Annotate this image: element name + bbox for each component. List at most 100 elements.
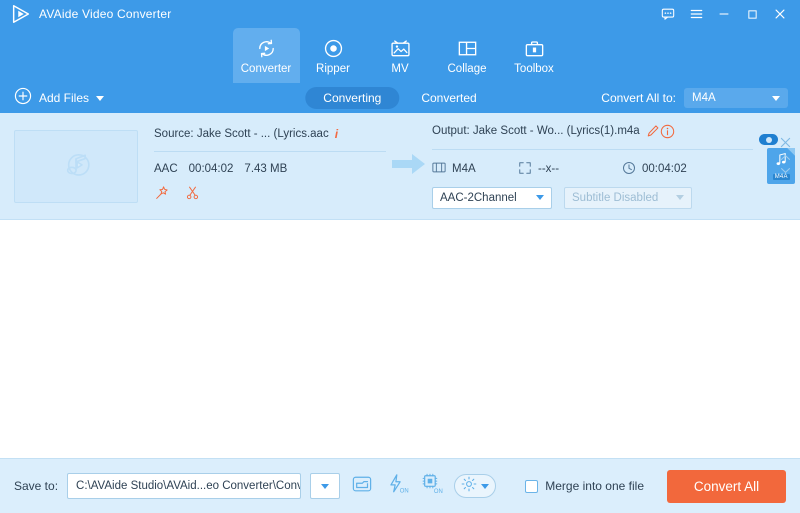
output-divider [432, 148, 753, 150]
output-duration-item: 00:04:02 [622, 161, 687, 178]
audio-channel-select[interactable]: AAC-2Channel [432, 186, 552, 209]
file-list: Source: Jake Scott - ... (Lyrics.aac i A… [0, 113, 800, 458]
merge-checkbox[interactable] [525, 479, 539, 493]
minimize-button[interactable] [710, 1, 738, 27]
move-up-chevron-icon[interactable] [780, 154, 791, 161]
convert-all-to-group: Convert All to: M4A [601, 88, 788, 108]
merge-into-one-file-toggle[interactable]: Merge into one file [525, 479, 644, 493]
gpu-acceleration-button[interactable]: ON [419, 473, 445, 499]
source-format: AAC [154, 163, 178, 175]
picture-frame-icon [389, 36, 412, 60]
source-filesize: 7.43 MB [244, 163, 288, 175]
source-title-row: Source: Jake Scott - ... (Lyrics.aac i [154, 127, 386, 141]
tab-collage-label: Collage [447, 63, 487, 75]
output-filename: Output: Jake Scott - Wo... (Lyrics(1).m4… [432, 125, 640, 137]
pencil-edit-icon[interactable] [646, 124, 660, 138]
save-path-dropdown[interactable] [310, 473, 341, 499]
convert-all-to-value: M4A [692, 92, 716, 104]
tab-collage[interactable]: Collage [434, 28, 501, 83]
camera-snapshot-icon[interactable] [759, 134, 779, 145]
output-duration: 00:04:02 [642, 163, 687, 175]
disc-record-icon [322, 36, 345, 60]
chat-bubble-icon [661, 7, 675, 21]
app-title: AVAide Video Converter [39, 7, 172, 21]
tab-mv-label: MV [391, 63, 409, 75]
nav-tab-list: Converter Ripper MV Collage Toolbox [232, 28, 568, 83]
move-down-chevron-icon[interactable] [780, 167, 791, 174]
source-divider [154, 151, 386, 152]
tab-converted[interactable]: Converted [403, 87, 494, 109]
output-metadata: M4A --x-- 00:04:02 [432, 161, 753, 178]
remove-row-close-icon[interactable] [780, 137, 791, 148]
close-button[interactable] [766, 1, 794, 27]
hardware-acceleration-button[interactable]: ON [384, 473, 410, 499]
output-file-preview: M4A [757, 134, 800, 184]
tab-toolbox-label: Toolbox [514, 63, 554, 75]
source-panel: Source: Jake Scott - ... (Lyrics.aac i A… [154, 127, 386, 205]
open-folder-button[interactable] [349, 473, 375, 499]
output-panel: Output: Jake Scott - Wo... (Lyrics(1).m4… [432, 124, 757, 209]
svg-text:ON: ON [434, 489, 443, 495]
output-resolution-item: --x-- [518, 161, 622, 178]
tab-converter-label: Converter [240, 63, 292, 75]
open-folder-icon [351, 473, 373, 500]
tab-ripper-label: Ripper [316, 63, 350, 75]
chevron-down-icon [321, 483, 330, 489]
output-file-ext: M4A [772, 174, 790, 180]
maximize-button[interactable] [738, 1, 766, 27]
convert-circle-arrow-icon [255, 36, 278, 60]
source-thumbnail[interactable] [14, 129, 138, 203]
minimize-icon [717, 7, 731, 21]
tab-converter[interactable]: Converter [232, 28, 300, 83]
output-title-row: Output: Jake Scott - Wo... (Lyrics(1).m4… [432, 124, 753, 139]
close-icon [773, 7, 787, 21]
tab-ripper[interactable]: Ripper [300, 28, 367, 83]
output-resolution: --x-- [538, 163, 560, 175]
add-files-dropdown-icon[interactable] [96, 95, 105, 101]
status-filter-tabs: Converting Converted [305, 87, 494, 109]
output-selects: AAC-2Channel Subtitle Disabled [432, 186, 753, 209]
source-filename: Source: Jake Scott - ... (Lyrics.aac [154, 128, 329, 140]
resize-corners-icon [518, 161, 532, 178]
action-toolbar: Add Files Converting Converted Convert A… [0, 83, 800, 113]
info-italic-icon[interactable]: i [335, 127, 338, 141]
save-path-input[interactable]: C:\AVAide Studio\AVAid...eo Converter\Co… [67, 473, 302, 499]
convert-all-button[interactable]: Convert All [667, 469, 786, 503]
feedback-button[interactable] [654, 1, 682, 27]
output-format-item: M4A [432, 161, 518, 177]
trim-scissors-icon[interactable] [185, 185, 200, 205]
chevron-down-icon [536, 195, 544, 200]
save-to-label: Save to: [14, 479, 59, 493]
convert-all-to-select[interactable]: M4A [684, 88, 788, 108]
app-window: AVAide Video Converter Converter Ripper … [0, 0, 800, 513]
tab-mv[interactable]: MV [367, 28, 434, 83]
subtitle-value: Subtitle Disabled [572, 191, 659, 204]
maximize-icon [746, 8, 759, 21]
source-metadata: AAC 00:04:02 7.43 MB [154, 163, 386, 175]
subtitle-select: Subtitle Disabled [564, 186, 692, 209]
add-files-button[interactable]: Add Files [14, 87, 105, 110]
conversion-arrow [386, 153, 432, 180]
svg-text:ON: ON [400, 488, 409, 494]
source-tool-buttons [154, 185, 386, 205]
merge-label: Merge into one file [545, 479, 644, 493]
grid-layout-icon [456, 36, 479, 60]
play-logo-icon [10, 3, 32, 25]
settings-gear-icon [461, 476, 477, 497]
convert-all-to-label: Convert All to: [601, 91, 676, 105]
music-note-play-icon [54, 142, 98, 191]
bottom-bar: Save to: C:\AVAide Studio\AVAid...eo Con… [0, 458, 800, 513]
tab-toolbox[interactable]: Toolbox [501, 28, 568, 83]
info-circle-icon[interactable] [660, 124, 675, 139]
chevron-down-icon [481, 483, 490, 489]
tab-converting[interactable]: Converting [305, 87, 400, 109]
main-navigation: Converter Ripper MV Collage Toolbox [0, 28, 800, 83]
toolbox-icon [523, 36, 546, 60]
menu-button[interactable] [682, 1, 710, 27]
settings-button[interactable] [454, 474, 497, 498]
hamburger-menu-icon [689, 7, 704, 21]
table-row: Source: Jake Scott - ... (Lyrics.aac i A… [0, 113, 800, 220]
row-action-buttons [780, 137, 791, 174]
edit-magic-wand-icon[interactable] [154, 185, 169, 205]
clock-icon [622, 161, 636, 178]
